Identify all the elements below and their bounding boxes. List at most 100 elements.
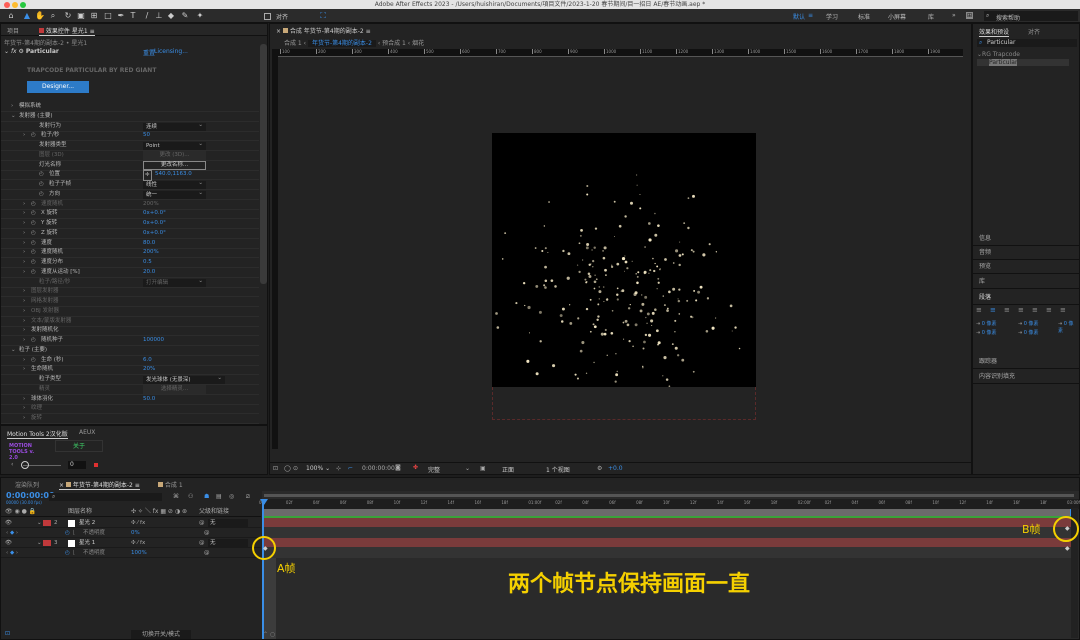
region-icon[interactable]: ⊡ [273,465,278,472]
paragraph-indent-field[interactable]: ⇥ 0 像素 [976,329,997,336]
work-area-bar[interactable] [262,509,1074,516]
stopwatch-icon[interactable]: ◴ [31,248,36,257]
close-window-button[interactable] [4,1,10,8]
view-select[interactable]: 正面 [502,465,514,474]
layer-row[interactable]: 👁 ⌄ 2 星光 2 ✣ ⁄ fx @ 无 [1,518,261,528]
comp-tab[interactable]: × 合成 年货节-第4期的副本-2 ≡ [276,26,371,35]
tab-timeline-comp[interactable]: × 年货节-第4期的副本-2 ≡ [59,480,140,490]
layer-row[interactable]: 👁 ⌄ 3 星光 1 ✣ ⁄ fx @ 无 [1,538,261,548]
tab-render-queue[interactable]: 渲染队列 [15,480,39,489]
chevron-right-icon[interactable]: › [23,248,25,257]
pickwhip-icon[interactable]: @ [199,518,205,528]
chevron-right-icon[interactable]: › [23,365,25,374]
layer-switches-icon[interactable]: ✣ ⁄ fx [131,518,145,528]
home-icon[interactable]: ⌂ [6,11,16,21]
chevron-right-icon[interactable]: › [11,102,13,111]
layer-search-input[interactable]: ⌕ [49,493,162,501]
breadcrumb-item[interactable]: 烟花 [412,40,424,47]
shy-icon[interactable]: ☗ [204,493,209,500]
property-dropdown[interactable]: 打开编辑 [143,277,206,287]
stopwatch-icon[interactable]: ◴ [39,170,44,179]
panel-section[interactable]: 音频 [973,246,1080,260]
pickwhip-icon[interactable]: @ [199,538,205,548]
keyframe-nav-icon[interactable]: ‹ ◆ › [6,548,18,558]
color-channel-icon[interactable]: ✤ [413,464,418,471]
grid-icon[interactable]: ⊹ [336,465,341,472]
chevron-right-icon[interactable]: › [23,200,25,209]
property-dropdown[interactable]: 发光球体 (无景深) [143,374,225,384]
timecode[interactable]: 0:00:00:00 [362,465,395,472]
category-rg-trapcode[interactable]: ⌄RG Trapcode [977,51,1020,58]
graph-icon[interactable]: ⌊ [73,528,75,538]
stopwatch-icon[interactable]: ◴ [31,239,36,248]
paragraph-field-value[interactable]: 0 像素 [982,330,997,336]
selection-tool-icon[interactable]: ▲ [22,11,32,21]
stopwatch-icon[interactable]: ◴ [31,268,36,277]
rectangle-tool-icon[interactable]: □ [103,11,113,21]
property-value[interactable]: 50.0 [143,395,155,404]
clone-stamp-tool-icon[interactable]: ⊥ [154,11,164,21]
stopwatch-icon[interactable]: ◴ [31,209,36,218]
graph-editor-icon[interactable]: ⧄ [246,493,250,501]
layer-name[interactable]: 星光 1 [79,538,95,548]
minimize-window-button[interactable] [12,1,18,8]
keyframe-nav-icon[interactable]: ‹ ◆ › [6,528,18,538]
draft-3d-icon[interactable]: ⚇ [188,493,193,500]
chevron-right-icon[interactable]: › [23,131,25,140]
property-row[interactable]: ‹ ◆ › ◴ ⌊ 不透明度 0% @ [1,528,261,538]
change-name-button[interactable]: 更改名称... [143,160,206,170]
property-row[interactable]: › OBJ 发射器 [1,307,259,317]
property-row[interactable]: 精灵 选择精灵... [1,384,259,395]
chevron-right-icon[interactable]: › [23,307,25,316]
pickwhip-icon[interactable]: @ [204,548,210,558]
visibility-eye-icon[interactable]: 👁 [5,538,12,548]
brush-tool-icon[interactable]: / [142,11,152,21]
chevron-right-icon[interactable]: › [23,395,25,404]
chevron-right-icon[interactable]: › [23,268,25,277]
playhead[interactable] [262,499,264,639]
transparency-icon[interactable]: ▣ [480,465,486,472]
workspace-default[interactable]: 默认 [793,12,805,21]
property-row[interactable]: › 模拟系统 [1,102,259,112]
property-row[interactable]: 发射行为 连续 [1,121,259,132]
paragraph-indent-field[interactable]: ⇥ 0 像素 [976,320,997,327]
panel-section[interactable]: 信息 [973,232,1080,246]
panel-section[interactable]: 跟踪器 [973,355,1080,369]
chevron-right-icon[interactable]: › [23,209,25,218]
breadcrumb-item-active[interactable]: 年货节-第4期的副本-2 [307,40,376,47]
property-row[interactable]: › 网格发射器 [1,297,259,307]
chevron-right-icon[interactable]: › [23,414,25,423]
paragraph-indent-field[interactable]: ⇥ 0 像素 [1018,320,1039,327]
property-row[interactable]: ⌄ 发射器 (主要) [1,112,259,122]
camera-tool-icon[interactable]: ▣ [76,11,86,21]
playhead-handle-icon[interactable] [260,499,268,505]
property-value[interactable]: 0x+0.0° [143,219,166,228]
resolution-select[interactable]: 完整 [428,465,440,474]
stopwatch-icon[interactable]: ◴ [39,180,44,189]
value-field[interactable]: 0 [68,461,86,469]
property-value[interactable]: 更改 (3D)... [143,150,206,160]
property-row[interactable]: › 发射随机化 [1,326,259,337]
property-row[interactable]: › ◴ 粒子/秒 50 [1,131,259,142]
paragraph-field-value[interactable]: 0 像素 [1058,321,1074,334]
tab-effects-presets[interactable]: 效果和预设 [979,27,1010,37]
property-value[interactable]: 100000 [143,336,164,345]
chevron-right-icon[interactable]: › [23,336,25,345]
tab-align[interactable]: 对齐 [1028,27,1040,36]
frame-blending-icon[interactable]: ▤ [216,493,222,500]
tab-comp-1[interactable]: 合成 1 [158,480,183,489]
property-row[interactable]: ‹ ◆ › ◴ ⌊ 不透明度 100% @ [1,548,261,558]
screen-icon[interactable]: ⊞ [966,12,974,19]
property-row[interactable]: ◴ 位置 ✛ 540.0,1163.0 [1,170,259,182]
stopwatch-icon[interactable]: ◴ [65,548,70,558]
comp-mini-flowchart-icon[interactable]: ⊡ [5,630,10,637]
more-workspaces-icon[interactable]: » [952,12,956,19]
zoom-tool-icon[interactable]: ⌕ [48,11,58,21]
fast-preview-icon[interactable]: ⚙ [597,465,602,472]
eraser-tool-icon[interactable]: ◆ [166,11,176,21]
stopwatch-icon[interactable]: ◴ [31,131,36,140]
views-select[interactable]: 1 个视图 [546,465,570,474]
chevron-down-icon[interactable]: ⌄ [37,518,42,528]
chevron-right-icon[interactable]: › [23,356,25,365]
property-row[interactable]: ◴ 粒子子帧 线性 [1,179,259,190]
